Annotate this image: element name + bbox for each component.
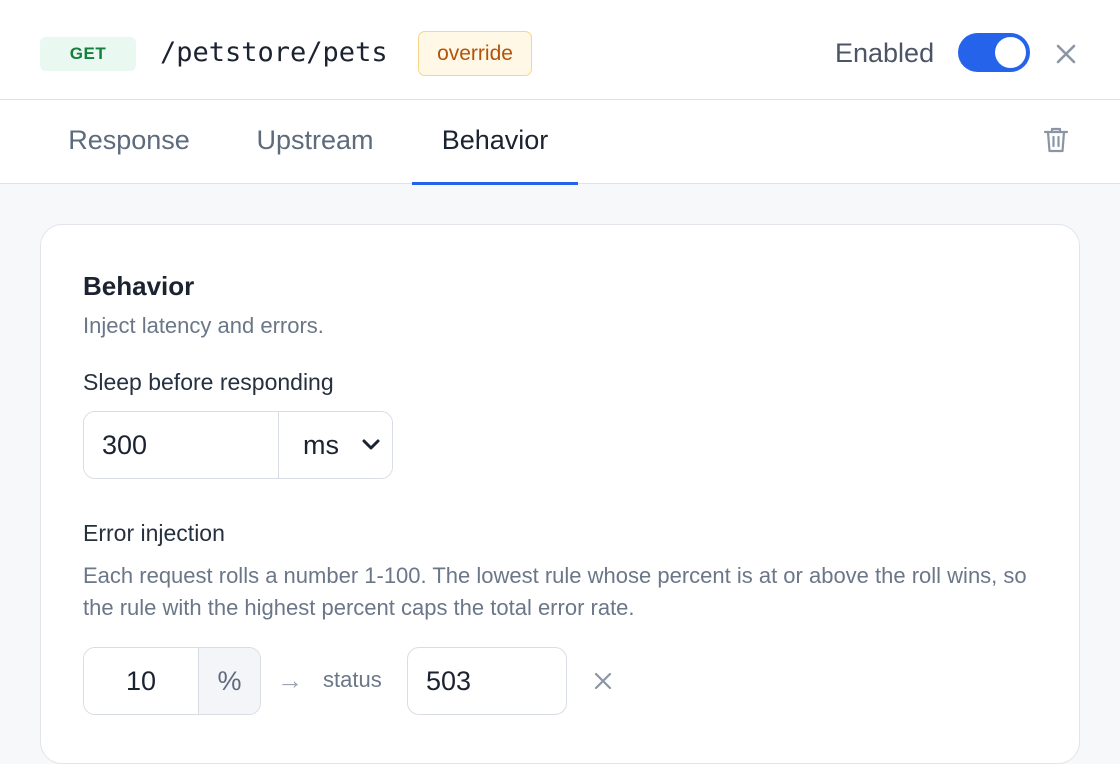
close-button[interactable] bbox=[1050, 38, 1082, 70]
tab-bar: Response Upstream Behavior bbox=[0, 100, 1120, 185]
sleep-unit-value: ms bbox=[303, 429, 339, 460]
chevron-down-icon bbox=[362, 439, 380, 450]
close-icon bbox=[1056, 44, 1076, 64]
status-label: status bbox=[323, 667, 382, 692]
sleep-label: Sleep before responding bbox=[83, 369, 334, 395]
card-description: Inject latency and errors. bbox=[83, 313, 324, 338]
sleep-input[interactable] bbox=[84, 412, 278, 478]
arrow-icon: → bbox=[277, 665, 303, 695]
tab-upstream[interactable]: Upstream bbox=[228, 100, 402, 184]
error-injection-help: Each request rolls a number 1-100. The l… bbox=[83, 563, 1027, 620]
remove-rule-button[interactable] bbox=[589, 667, 617, 695]
toggle-knob bbox=[995, 37, 1026, 68]
trash-icon bbox=[1043, 127, 1069, 153]
percent-input[interactable] bbox=[84, 648, 198, 714]
percent-field: % bbox=[83, 647, 261, 715]
error-injection-title: Error injection bbox=[83, 520, 225, 546]
remove-rule-icon bbox=[594, 672, 612, 690]
status-input[interactable] bbox=[407, 647, 567, 715]
behavior-card: Behavior Inject latency and errors. Slee… bbox=[40, 224, 1080, 764]
tab-behavior[interactable]: Behavior bbox=[412, 100, 578, 185]
sleep-unit-select[interactable]: ms bbox=[278, 412, 392, 478]
error-rule-row: % → status bbox=[83, 647, 643, 715]
card-title: Behavior bbox=[83, 271, 195, 301]
enabled-toggle[interactable] bbox=[958, 33, 1030, 72]
percent-suffix: % bbox=[198, 648, 260, 714]
route-header: GET /petstore/pets override Enabled bbox=[0, 0, 1120, 100]
delete-button[interactable] bbox=[1040, 124, 1072, 156]
method-badge: GET bbox=[40, 37, 136, 71]
sleep-field: ms bbox=[83, 411, 393, 479]
route-path: /petstore/pets bbox=[160, 37, 388, 68]
override-badge: override bbox=[418, 31, 532, 76]
tab-response[interactable]: Response bbox=[40, 100, 218, 184]
enabled-label: Enabled bbox=[835, 38, 935, 68]
